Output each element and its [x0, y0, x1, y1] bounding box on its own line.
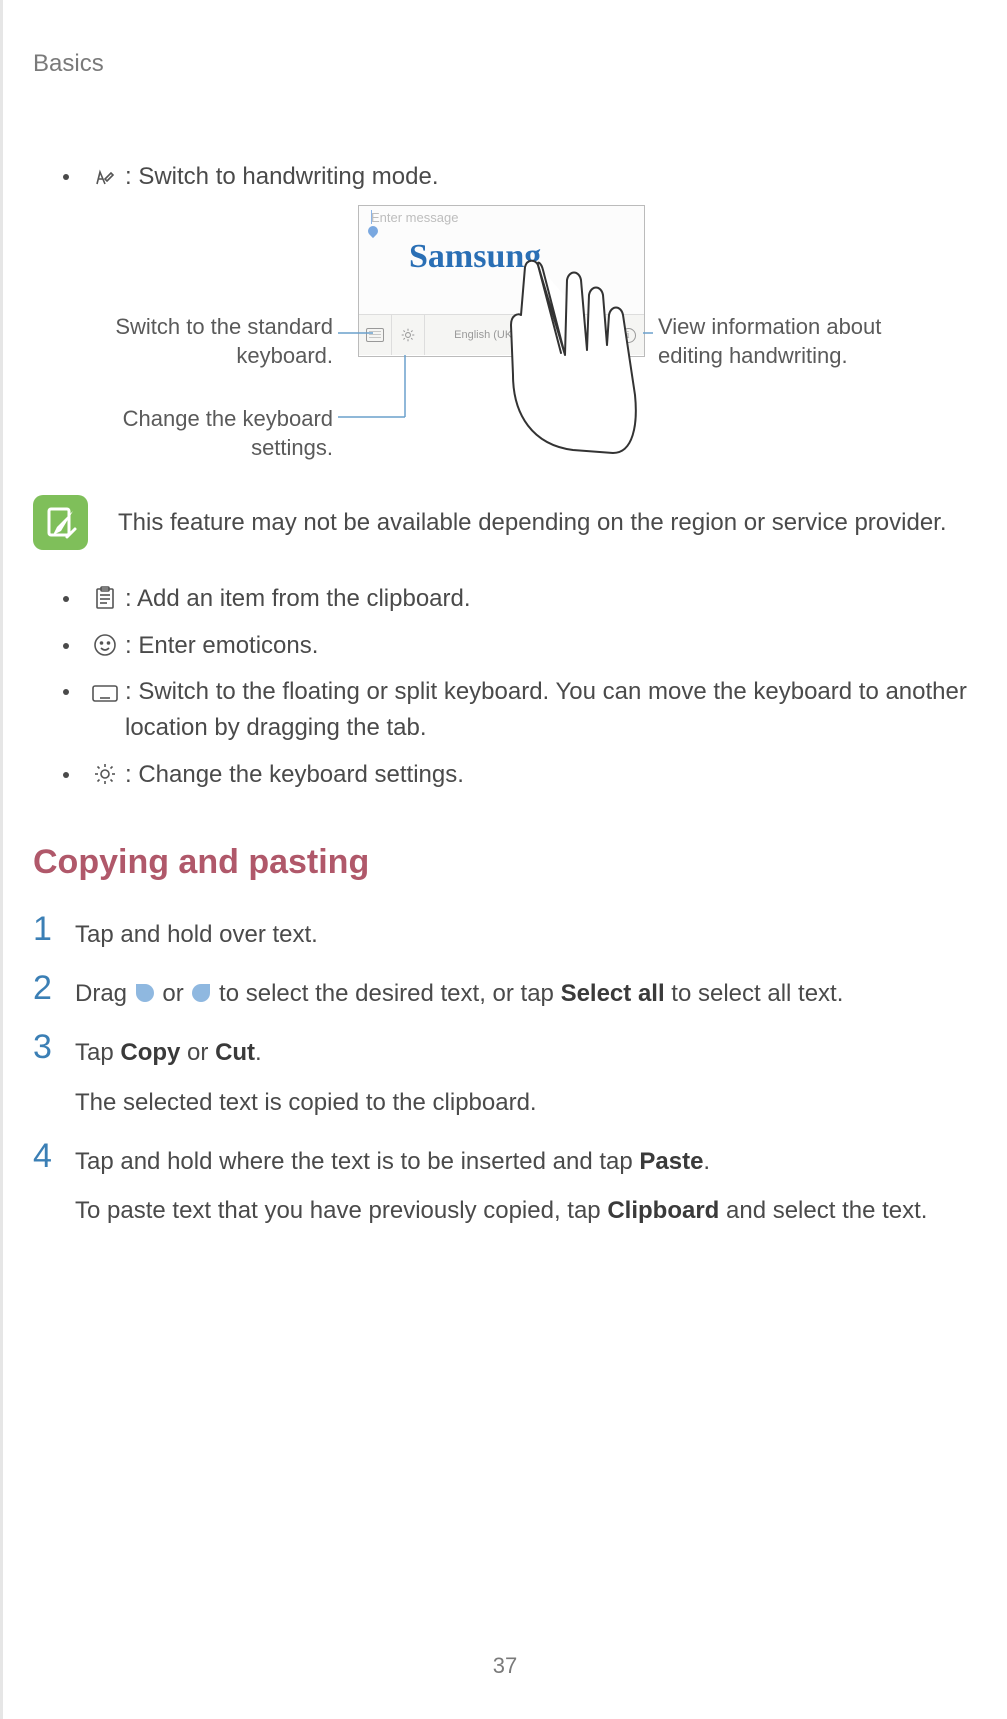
note-text: This feature may not be available depend…	[118, 509, 947, 537]
keyboard-icon	[366, 328, 384, 342]
step-number: 4	[33, 1139, 75, 1229]
t: .	[703, 1148, 710, 1175]
selection-handle-left-icon	[136, 984, 154, 1002]
step-body: Tap Copy or Cut. The selected text is co…	[75, 1030, 537, 1120]
step-3: 3 Tap Copy or Cut. The selected text is …	[33, 1030, 977, 1120]
bullet-handwriting-text: : Switch to handwriting mode.	[125, 159, 977, 195]
section-header: Basics	[33, 50, 977, 78]
bullet-dot	[63, 596, 69, 602]
cursor-handle-icon	[366, 224, 380, 238]
t: to select the desired text, or tap	[212, 980, 560, 1007]
callout-view-info: View information about editing handwriti…	[658, 313, 918, 370]
callout-standard-keyboard: Switch to the standard keyboard.	[73, 313, 333, 370]
bullet-settings: : Change the keyboard settings.	[63, 756, 977, 793]
clipboard-label: Clipboard	[607, 1197, 719, 1224]
select-all-label: Select all	[561, 980, 665, 1007]
gear-icon	[401, 328, 415, 342]
bullet-floating: : Switch to the floating or split keyboa…	[63, 674, 977, 746]
bullet-settings-text: : Change the keyboard settings.	[125, 757, 977, 793]
bullet-dot	[63, 689, 69, 695]
t: or	[156, 980, 191, 1007]
bullet-handwriting: : Switch to handwriting mode.	[63, 158, 977, 195]
step-subtext: The selected text is copied to the clipb…	[75, 1084, 537, 1121]
clipboard-icon	[91, 584, 119, 612]
t: Tap	[75, 1039, 120, 1066]
cut-label: Cut	[215, 1039, 255, 1066]
hand-illustration	[503, 255, 643, 455]
bullet-clipboard-text: : Add an item from the clipboard.	[125, 581, 977, 617]
note-icon	[33, 495, 88, 550]
selection-handle-right-icon	[192, 984, 210, 1002]
step-4: 4 Tap and hold where the text is to be i…	[33, 1139, 977, 1229]
step-number: 2	[33, 971, 75, 1012]
bullet-dot	[63, 772, 69, 778]
copy-label: Copy	[120, 1039, 180, 1066]
step-1: 1 Tap and hold over text.	[33, 912, 977, 953]
t: and select the text.	[719, 1197, 927, 1224]
step-2: 2 Drag or to select the desired text, or…	[33, 971, 977, 1012]
bullet-dot	[63, 174, 69, 180]
keyboard-settings-button[interactable]	[392, 315, 425, 355]
t: Tap and hold where the text is to be ins…	[75, 1148, 639, 1175]
bullet-floating-text: : Switch to the floating or split keyboa…	[125, 674, 977, 746]
t: .	[255, 1039, 262, 1066]
floating-keyboard-icon	[91, 679, 119, 707]
bullet-emoticons-text: : Enter emoticons.	[125, 628, 977, 664]
step-body: Tap and hold over text.	[75, 912, 318, 953]
gear-icon	[91, 760, 119, 788]
step-number: 1	[33, 912, 75, 953]
section-heading: Copying and pasting	[33, 843, 977, 882]
note-row: This feature may not be available depend…	[33, 495, 977, 550]
bullet-dot	[63, 643, 69, 649]
bullet-clipboard: : Add an item from the clipboard.	[63, 580, 977, 617]
page-number: 37	[3, 1653, 1007, 1679]
paste-label: Paste	[639, 1148, 703, 1175]
step-body: Drag or to select the desired text, or t…	[75, 971, 843, 1012]
t: Drag	[75, 980, 134, 1007]
diagram: Enter message Samsung English (UK)	[33, 205, 977, 465]
standard-keyboard-button[interactable]	[359, 315, 392, 355]
callout-change-settings: Change the keyboard settings.	[73, 405, 333, 462]
t: or	[180, 1039, 215, 1066]
page: Basics : Switch to handwriting mode. Ent…	[0, 0, 1007, 1719]
step-body: Tap and hold where the text is to be ins…	[75, 1139, 927, 1229]
t: to select all text.	[665, 980, 844, 1007]
input-placeholder: Enter message	[371, 210, 458, 225]
bullet-emoticons: : Enter emoticons.	[63, 627, 977, 664]
step-number: 3	[33, 1030, 75, 1120]
emoticon-icon	[91, 631, 119, 659]
t: To paste text that you have previously c…	[75, 1197, 607, 1224]
handwriting-icon	[91, 162, 119, 190]
